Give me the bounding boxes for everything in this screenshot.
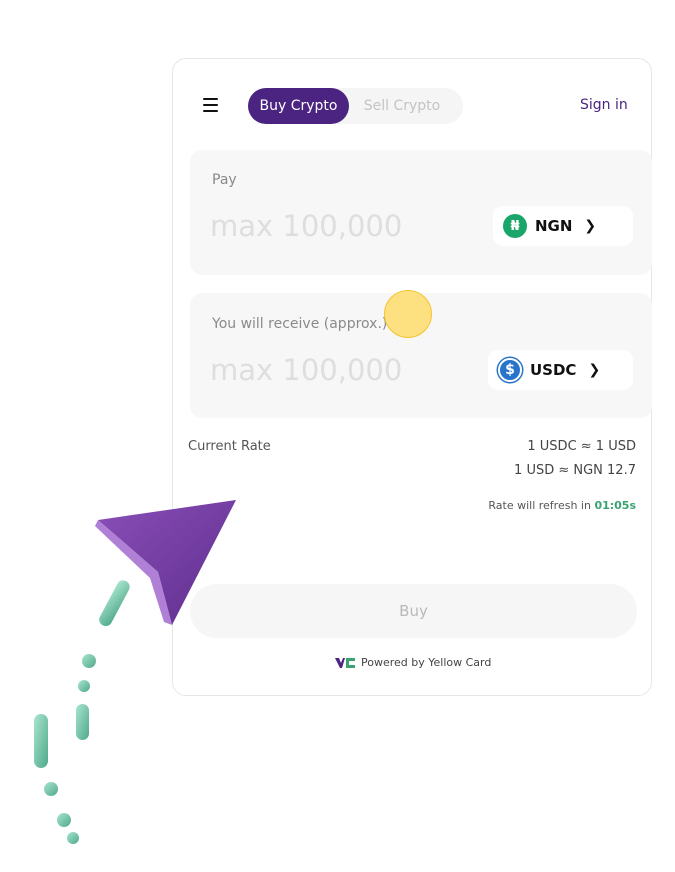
- current-rate-label: Current Rate: [188, 439, 271, 454]
- trail-dot: [57, 813, 71, 827]
- trail-dash: [76, 704, 89, 740]
- refresh-label: Rate will refresh in: [488, 499, 591, 512]
- menu-bar: [203, 104, 218, 106]
- menu-bar: [203, 110, 218, 112]
- trail-dash: [34, 714, 48, 768]
- tab-buy-crypto[interactable]: Buy Crypto: [248, 88, 349, 124]
- yellow-card-logo-icon: [335, 657, 355, 668]
- pay-currency-selector[interactable]: ₦ NGN ❯: [493, 206, 633, 246]
- sign-in-link[interactable]: Sign in: [580, 97, 628, 113]
- chevron-right-icon: ❯: [588, 362, 601, 378]
- decorative-arrow-illustration: [34, 500, 236, 844]
- trail-dot: [82, 654, 96, 668]
- pay-panel: Pay ₦ NGN ❯: [190, 150, 652, 275]
- rate-refresh-text: Rate will refresh in 01:05s: [488, 499, 636, 512]
- pay-currency-code: NGN: [535, 217, 573, 235]
- trail-dash: [99, 580, 130, 627]
- receive-amount-input[interactable]: [210, 350, 480, 390]
- buy-sell-tabs: Buy Crypto Sell Crypto: [248, 88, 463, 124]
- pay-amount-input[interactable]: [210, 206, 480, 246]
- hamburger-menu-icon[interactable]: [203, 98, 218, 113]
- receive-currency-selector[interactable]: $ USDC ❯: [488, 350, 633, 390]
- naira-icon: ₦: [503, 214, 527, 238]
- trail-dot: [67, 832, 79, 844]
- trail-dot: [44, 782, 58, 796]
- chevron-right-icon: ❯: [584, 218, 597, 234]
- refresh-timer: 01:05s: [594, 499, 636, 512]
- cursor-highlight: [384, 290, 432, 338]
- trail-dot: [78, 680, 90, 692]
- pay-label: Pay: [212, 172, 237, 188]
- rate-usd-ngn: 1 USD ≈ NGN 12.7: [514, 463, 636, 478]
- rate-usdc-usd: 1 USDC ≈ 1 USD: [527, 439, 636, 454]
- receive-label: You will receive (approx.): [212, 316, 388, 332]
- usdc-icon: $: [498, 358, 522, 382]
- powered-by: Powered by Yellow Card: [335, 656, 491, 669]
- tab-sell-crypto[interactable]: Sell Crypto: [352, 88, 452, 124]
- menu-bar: [203, 98, 218, 100]
- receive-currency-code: USDC: [530, 361, 577, 379]
- powered-by-text: Powered by Yellow Card: [361, 656, 492, 669]
